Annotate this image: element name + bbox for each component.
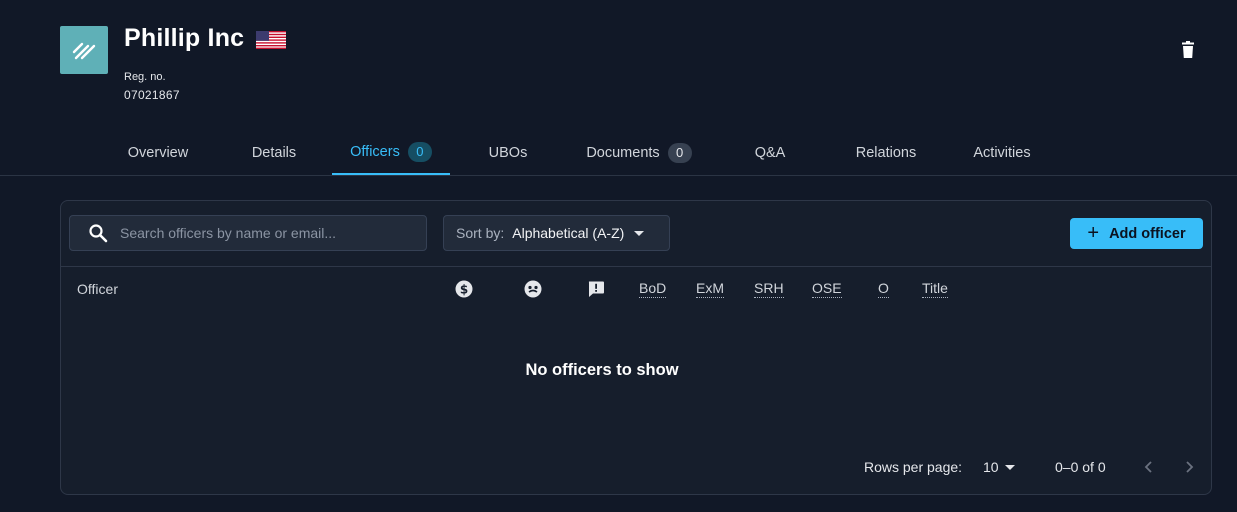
search-input[interactable] — [120, 225, 410, 241]
dollar-circle-icon: $ — [455, 280, 473, 298]
column-officer[interactable]: Officer — [77, 267, 118, 311]
search-box[interactable] — [69, 215, 427, 251]
tab-details[interactable]: Details — [226, 130, 322, 175]
tab-label: Q&A — [754, 144, 786, 161]
rows-per-page-select[interactable]: 10 — [983, 459, 1015, 475]
chevron-down-icon — [634, 230, 645, 236]
column-o[interactable]: O — [878, 267, 889, 311]
column-bod[interactable]: BoD — [639, 267, 667, 311]
sort-dropdown[interactable]: Sort by: Alphabetical (A-Z) — [443, 215, 670, 251]
column-srh[interactable]: SRH — [754, 267, 784, 311]
company-logo — [60, 26, 108, 74]
svg-text:$: $ — [460, 283, 468, 297]
chevron-left-icon[interactable] — [1141, 459, 1157, 475]
tab-label: Documents — [586, 144, 660, 161]
tab-label: Officers — [350, 143, 400, 160]
reg-number-value: 07021867 — [124, 88, 180, 102]
officers-toolbar: Sort by: Alphabetical (A-Z) + Add office… — [61, 201, 1211, 267]
add-officer-label: Add officer — [1109, 225, 1186, 242]
column-ose[interactable]: OSE — [812, 267, 842, 311]
sort-value: Alphabetical (A-Z) — [512, 225, 625, 241]
tab-label: Relations — [855, 144, 917, 161]
pagination-range: 0–0 of 0 — [1055, 459, 1106, 475]
search-icon — [89, 224, 108, 243]
tab-label: UBOs — [488, 144, 528, 161]
tab-documents[interactable]: Documents 0 — [566, 130, 712, 175]
face-icon — [524, 280, 542, 298]
tab-qa[interactable]: Q&A — [722, 130, 818, 175]
trash-icon[interactable] — [1178, 40, 1198, 60]
tab-overview[interactable]: Overview — [110, 130, 206, 175]
alert-message-icon — [588, 281, 604, 297]
chevron-right-icon[interactable] — [1181, 459, 1197, 475]
pagination: Rows per page: 10 0–0 of 0 — [61, 451, 1211, 485]
tab-activities[interactable]: Activities — [954, 130, 1050, 175]
empty-state-message: No officers to show — [525, 361, 679, 379]
tab-relations[interactable]: Relations — [838, 130, 934, 175]
column-face[interactable] — [524, 267, 542, 311]
rows-per-page-value: 10 — [983, 459, 999, 475]
column-exm[interactable]: ExM — [696, 267, 724, 311]
tab-label: Details — [251, 144, 297, 161]
column-alert[interactable] — [587, 267, 605, 311]
rows-per-page-label: Rows per page: — [864, 459, 963, 475]
tab-label: Overview — [127, 144, 189, 161]
reg-number-label: Reg. no. — [124, 71, 166, 83]
documents-count-badge: 0 — [667, 142, 692, 163]
tab-label: Activities — [973, 144, 1031, 161]
us-flag-icon — [256, 31, 286, 49]
company-name: Phillip Inc — [124, 24, 245, 52]
table-header: Officer $ BoD ExM SRH OSE O Title — [61, 267, 1211, 311]
add-officer-button[interactable]: + Add officer — [1070, 218, 1203, 249]
officers-count-badge: 0 — [407, 141, 432, 162]
column-title[interactable]: Title — [922, 267, 948, 311]
chevron-down-icon — [1004, 464, 1015, 470]
tab-ubos[interactable]: UBOs — [460, 130, 556, 175]
plus-icon: + — [1087, 221, 1100, 244]
column-dollar[interactable]: $ — [455, 267, 473, 311]
officers-panel: Sort by: Alphabetical (A-Z) + Add office… — [60, 200, 1212, 495]
sort-label: Sort by: — [456, 225, 505, 241]
tab-bar: Overview Details Officers 0 UBOs Documen… — [0, 130, 1237, 176]
tab-officers[interactable]: Officers 0 — [332, 130, 450, 175]
company-logo-icon — [72, 42, 96, 60]
